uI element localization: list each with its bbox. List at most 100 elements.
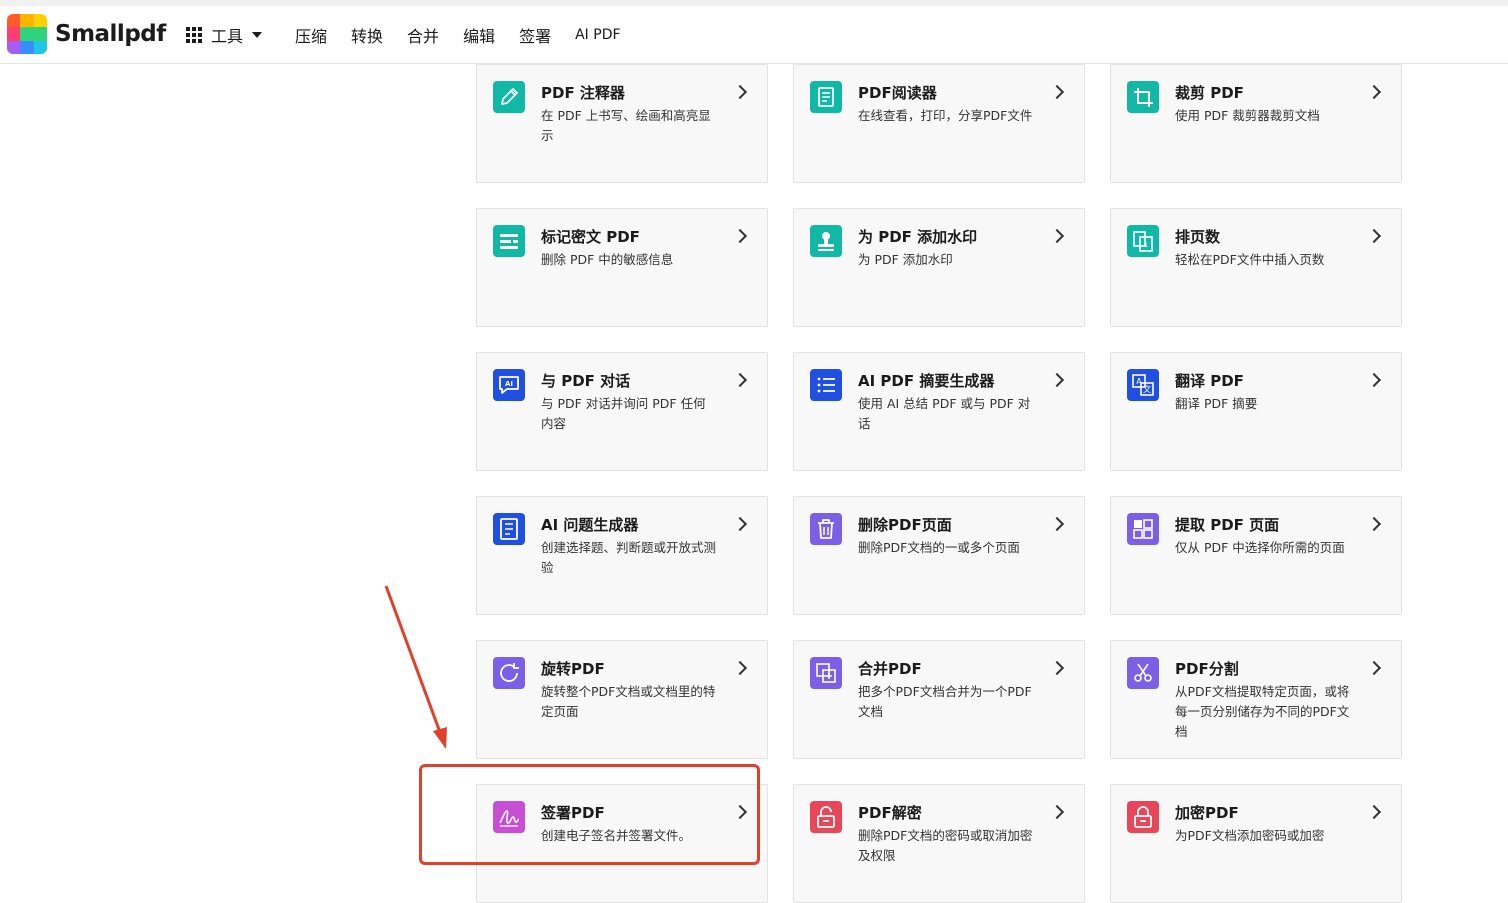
tool-card[interactable]: AI 问题生成器 创建选择题、判断题或开放式测验 <box>476 496 768 615</box>
merge-icon <box>810 657 842 689</box>
tool-card-description: 使用 PDF 裁剪器裁剪文档 <box>1175 108 1320 123</box>
tool-card-title: PDF 注释器 <box>541 84 625 102</box>
tool-card-title: 裁剪 PDF <box>1175 84 1244 102</box>
annotation-highlight-box <box>419 764 760 865</box>
tool-card-title: 合并PDF <box>858 660 922 678</box>
extract-icon <box>1127 513 1159 545</box>
chevron-right-icon <box>732 84 748 100</box>
main-nav: 工具 压缩 转换 合并 编辑 签署 AI PDF <box>186 6 645 63</box>
page-number-icon: 1 <box>1127 225 1159 257</box>
tool-card[interactable]: 删除PDF页面 删除PDF文档的一或多个页面 <box>793 496 1085 615</box>
tool-card-title: 标记密文 PDF <box>541 228 640 246</box>
tool-card-description: 创建选择题、判断题或开放式测验 <box>541 540 717 575</box>
redact-icon <box>493 225 525 257</box>
document-icon <box>810 81 842 113</box>
chevron-right-icon <box>1049 228 1065 244</box>
tool-card-description: 与 PDF 对话并询问 PDF 任何内容 <box>541 396 706 431</box>
tool-card[interactable]: PDF 注释器在 PDF 上书写、绘画和高亮显示 <box>476 64 768 183</box>
chevron-right-icon <box>1049 804 1065 820</box>
chevron-right-icon <box>732 372 748 388</box>
tool-card-description: 为 PDF 添加水印 <box>858 252 953 267</box>
tool-card-title: 删除PDF页面 <box>858 516 952 534</box>
tool-card-title: 旋转PDF <box>541 660 605 678</box>
svg-text:A: A <box>1136 377 1142 386</box>
tool-card-title: 排页数 <box>1175 228 1221 246</box>
translate-icon: A文 <box>1127 369 1159 401</box>
tool-card-title: 提取 PDF 页面 <box>1175 516 1280 534</box>
chevron-right-icon <box>1366 660 1382 676</box>
site-header: Smallpdf 工具 压缩 转换 合并 编辑 签署 AI PDF <box>0 6 1508 64</box>
nav-convert[interactable]: 转换 <box>351 23 383 47</box>
tool-card-title: 加密PDF <box>1175 804 1239 822</box>
tool-card[interactable]: 为 PDF 添加水印为 PDF 添加水印 <box>793 208 1085 327</box>
chevron-right-icon <box>1049 372 1065 388</box>
nav-ai-pdf[interactable]: AI PDF <box>575 27 620 43</box>
lock-icon <box>1127 801 1159 833</box>
tool-card[interactable]: AI 与 PDF 对话与 PDF 对话并询问 PDF 任何内容 <box>476 352 768 471</box>
nav-sign[interactable]: 签署 <box>519 23 551 47</box>
tool-card[interactable]: 提取 PDF 页面仅从 PDF 中选择你所需的页面 <box>1110 496 1402 615</box>
tool-card-description: 旋转整个PDF文档或文档里的特定页面 <box>541 684 716 719</box>
trash-icon <box>810 513 842 545</box>
chevron-right-icon <box>732 228 748 244</box>
tools-menu-button[interactable]: 工具 <box>186 23 263 47</box>
tool-card-description: 在 PDF 上书写、绘画和高亮显示 <box>541 108 711 143</box>
unlock-icon <box>810 801 842 833</box>
tool-card-description: 为PDF文档添加密码或加密 <box>1175 828 1325 843</box>
tool-card[interactable]: AI PDF 摘要生成器使用 AI 总结 PDF 或与 PDF 对话 <box>793 352 1085 471</box>
chevron-right-icon <box>1049 516 1065 532</box>
tool-card-description: 轻松在PDF文件中插入页数 <box>1175 252 1325 267</box>
tool-card-title: PDF分割 <box>1175 660 1239 678</box>
tool-card-title: AI PDF 摘要生成器 <box>858 372 995 390</box>
tool-card-title: PDF阅读器 <box>858 84 937 102</box>
tool-card[interactable]: 标记密文 PDF 删除 PDF 中的敏感信息 <box>476 208 768 327</box>
chevron-right-icon <box>732 516 748 532</box>
tools-label: 工具 <box>211 26 244 46</box>
tool-card-description: 仅从 PDF 中选择你所需的页面 <box>1175 540 1345 555</box>
ai-chat-icon: AI <box>493 369 525 401</box>
tool-card-description: 翻译 PDF 摘要 <box>1175 396 1258 411</box>
tool-card[interactable]: 1 排页数轻松在PDF文件中插入页数 <box>1110 208 1402 327</box>
chevron-right-icon <box>1366 804 1382 820</box>
svg-text:文: 文 <box>1143 384 1151 394</box>
tool-card[interactable]: PDF分割从PDF文档提取特定页面，或将每一页分别储存为不同的PDF文档 <box>1110 640 1402 759</box>
chevron-right-icon <box>732 660 748 676</box>
logo-mark-icon <box>7 14 47 54</box>
logo-text: Smallpdf <box>55 21 166 47</box>
tool-card-description: 把多个PDF文档合并为一个PDF文档 <box>858 684 1032 719</box>
logo[interactable]: Smallpdf <box>7 14 166 54</box>
nav-compress[interactable]: 压缩 <box>295 23 327 47</box>
nav-merge[interactable]: 合并 <box>407 23 439 47</box>
nav-edit[interactable]: 编辑 <box>463 23 495 47</box>
tool-card-description: 从PDF文档提取特定页面，或将每一页分别储存为不同的PDF文档 <box>1175 684 1350 739</box>
chevron-down-icon <box>252 31 263 38</box>
tool-card[interactable]: PDF阅读器在线查看，打印，分享PDF文件 <box>793 64 1085 183</box>
svg-text:AI: AI <box>505 380 513 388</box>
tool-card[interactable]: 合并PDF 把多个PDF文档合并为一个PDF文档 <box>793 640 1085 759</box>
chevron-right-icon <box>1366 516 1382 532</box>
list-icon <box>810 369 842 401</box>
tool-card[interactable]: PDF解密 删除PDF文档的密码或取消加密及权限 <box>793 784 1085 903</box>
grid-icon <box>186 26 202 43</box>
tool-card-description: 使用 AI 总结 PDF 或与 PDF 对话 <box>858 396 1031 431</box>
svg-text:1: 1 <box>1144 241 1148 249</box>
tool-card[interactable]: 旋转PDF 旋转整个PDF文档或文档里的特定页面 <box>476 640 768 759</box>
pencil-icon <box>493 81 525 113</box>
scissors-icon <box>1127 657 1159 689</box>
tool-card[interactable]: 裁剪 PDF 使用 PDF 裁剪器裁剪文档 <box>1110 64 1402 183</box>
tool-card-description: 在线查看，打印，分享PDF文件 <box>858 108 1033 123</box>
tool-card-description: 删除 PDF 中的敏感信息 <box>541 252 674 267</box>
chevron-right-icon <box>1049 660 1065 676</box>
quiz-icon <box>493 513 525 545</box>
tool-card[interactable]: A 文翻译 PDF 翻译 PDF 摘要 <box>1110 352 1402 471</box>
crop-icon <box>1127 81 1159 113</box>
chevron-right-icon <box>1366 372 1382 388</box>
chevron-right-icon <box>1049 84 1065 100</box>
rotate-icon <box>493 657 525 689</box>
tool-card[interactable]: 加密PDF 为PDF文档添加密码或加密 <box>1110 784 1402 903</box>
chevron-right-icon <box>1366 228 1382 244</box>
tool-card-title: 为 PDF 添加水印 <box>858 228 978 246</box>
stamp-icon <box>810 225 842 257</box>
chevron-right-icon <box>1366 84 1382 100</box>
tool-card-description: 删除PDF文档的密码或取消加密及权限 <box>858 828 1033 863</box>
